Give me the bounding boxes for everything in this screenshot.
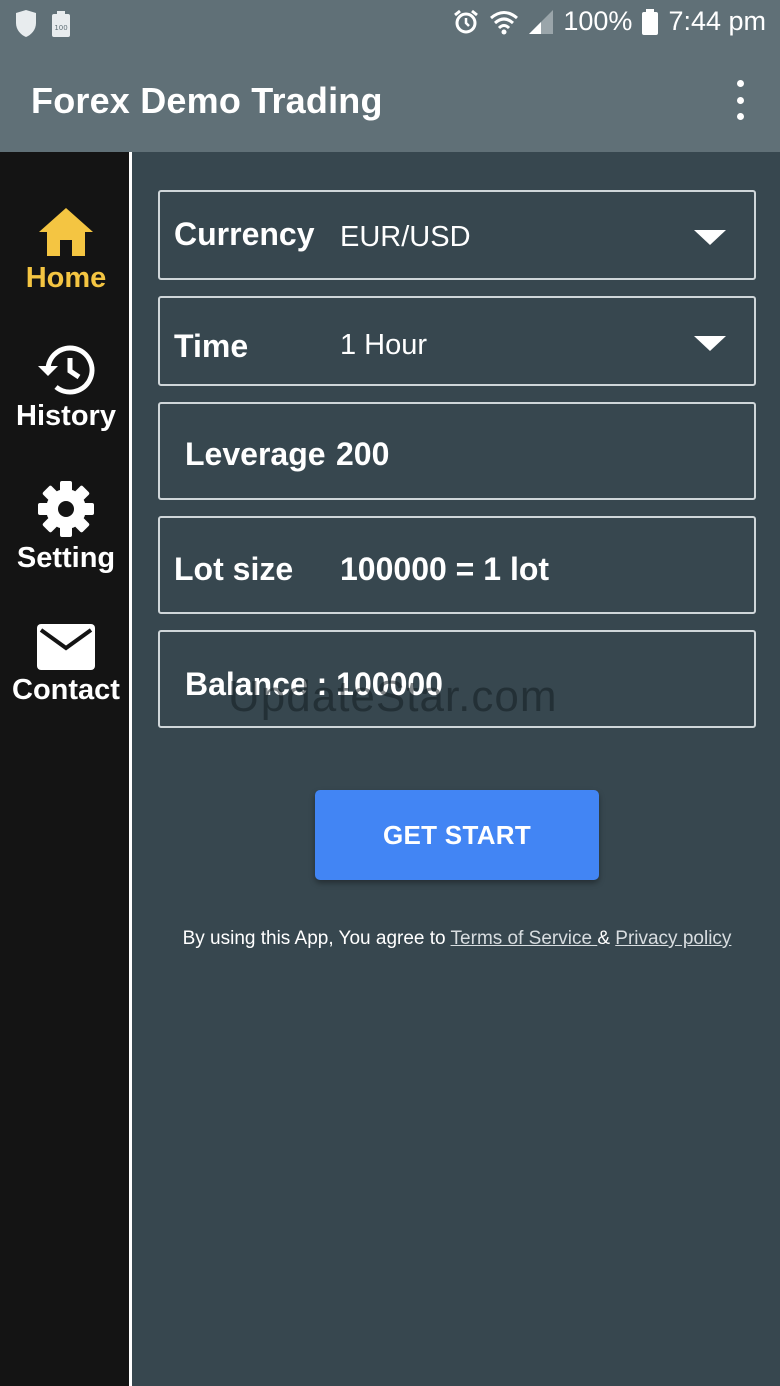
sidebar-item-label: History: [16, 400, 116, 432]
currency-select[interactable]: Currency EUR/USD: [158, 190, 756, 280]
sidebar-item-home[interactable]: Home: [0, 206, 132, 295]
svg-text:100: 100: [54, 24, 67, 32]
leverage-field[interactable]: Leverage 200: [158, 402, 756, 500]
chevron-down-icon: [694, 230, 726, 245]
lot-size-label: Lot size: [174, 551, 294, 587]
sidebar-item-setting[interactable]: Setting: [0, 480, 132, 575]
terms-text: By using this App, You agree to Terms of…: [158, 928, 756, 950]
gear-icon: [38, 481, 94, 537]
leverage-label: Leverage: [185, 436, 326, 472]
currency-label: Currency: [174, 216, 315, 252]
wifi-icon: [490, 10, 519, 34]
get-start-button[interactable]: GET START: [315, 790, 599, 880]
status-time: 7:44 pm: [668, 6, 766, 36]
time-select[interactable]: Time 1 Hour: [158, 296, 756, 386]
balance-field[interactable]: Balance : 100000: [158, 630, 756, 728]
sidebar-item-contact[interactable]: Contact: [0, 624, 132, 707]
battery-percent: 100%: [563, 6, 633, 36]
time-label: Time: [174, 328, 249, 364]
sidebar-item-history[interactable]: History: [0, 344, 132, 433]
app-title: Forex Demo Trading: [31, 80, 383, 121]
mail-icon: [37, 624, 95, 670]
status-left: 100: [14, 10, 70, 38]
terms-amp: &: [597, 928, 616, 949]
status-bar: 100 100% 7:44 pm: [0, 0, 780, 50]
alarm-icon: [454, 9, 479, 33]
lot-size-field[interactable]: Lot size 100000 = 1 lot: [158, 516, 756, 614]
time-value: 1 Hour: [340, 329, 428, 361]
terms-prefix: By using this App, You agree to: [182, 928, 451, 949]
privacy-policy-link[interactable]: Privacy policy: [615, 928, 731, 949]
currency-value: EUR/USD: [340, 221, 471, 253]
battery-icon: [642, 8, 659, 35]
battery-saver-icon: 100: [52, 11, 70, 37]
chevron-down-icon: [694, 336, 726, 351]
sidebar-item-label: Home: [25, 262, 107, 294]
sidebar-item-label: Contact: [12, 674, 120, 706]
leverage-value: 200: [336, 436, 390, 472]
home-icon: [39, 208, 93, 256]
more-vert-icon[interactable]: [730, 80, 750, 120]
terms-of-service-link[interactable]: Terms of Service: [451, 928, 598, 949]
lot-size-value: 100000 = 1 lot: [340, 551, 550, 587]
shield-icon: [16, 10, 36, 37]
balance-label: Balance : 100000: [185, 666, 443, 702]
sidebar: Home History Setting Contact: [0, 152, 132, 1386]
status-right: 100% 7:44 pm: [453, 6, 766, 37]
signal-icon: [529, 9, 554, 34]
sidebar-item-label: Setting: [16, 542, 116, 574]
app-header: 100 100% 7:44 pm Forex Demo Trading: [0, 0, 780, 152]
history-icon: [38, 345, 95, 395]
